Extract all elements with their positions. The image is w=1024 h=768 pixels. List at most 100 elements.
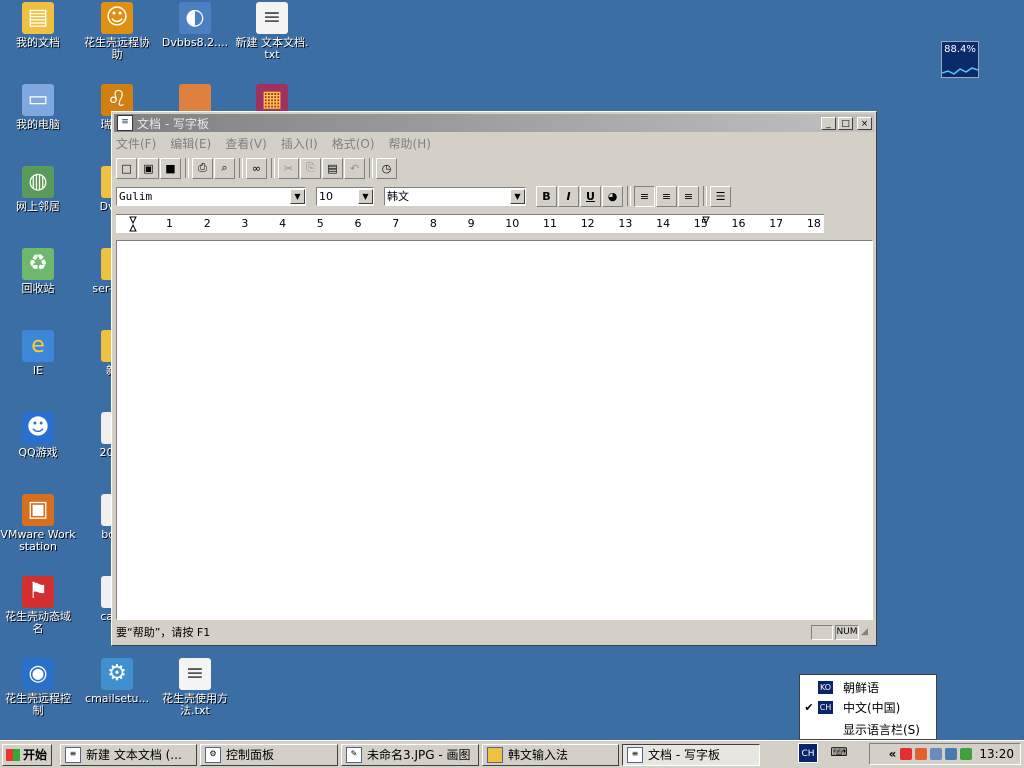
network-tray-icon[interactable] bbox=[930, 748, 943, 760]
align-left-icon: ≡ bbox=[639, 189, 650, 203]
insert-datetime-button[interactable]: ◷ bbox=[376, 157, 397, 179]
document-area[interactable] bbox=[116, 240, 873, 620]
windows-logo-icon bbox=[6, 748, 20, 761]
desktop-icon-network[interactable]: ◍ 网上邻居 bbox=[0, 166, 76, 213]
align-left-button[interactable]: ≡ bbox=[634, 185, 655, 207]
wordpad-window: ≡ 文档 - 写字板 _ □ × 文件(F) 编辑(E) 查看(V) 插入(I)… bbox=[111, 111, 877, 646]
binoculars-icon: ∞ bbox=[251, 161, 262, 175]
desktop-icon-dvbbs-archive[interactable]: ◐ Dvbbs8.2.... bbox=[157, 2, 233, 49]
toolbar-separator bbox=[369, 158, 373, 178]
desktop-icon-remote-assist[interactable]: ☺ 花生壳远程协助 bbox=[79, 2, 155, 61]
tray-expand-button[interactable]: « bbox=[889, 747, 897, 761]
desktop-icon-cmailsetup[interactable]: ⚙ cmailsetu... bbox=[79, 658, 155, 705]
font-select[interactable]: Gulim ▼ bbox=[116, 186, 306, 206]
print-button[interactable]: ⎙ bbox=[192, 157, 213, 179]
keyboard-icon[interactable]: ⌨ bbox=[828, 745, 850, 761]
chevron-down-icon[interactable]: ▼ bbox=[358, 188, 373, 204]
cpu-meter[interactable]: 88.4% bbox=[941, 41, 979, 78]
ruler-number: 13 bbox=[618, 217, 633, 230]
antivirus-tray-icon[interactable] bbox=[960, 748, 973, 760]
chevron-down-icon[interactable]: ▼ bbox=[510, 188, 525, 204]
language-label: 显示语言栏(S) bbox=[843, 722, 920, 737]
desktop-icon-oray-remote[interactable]: ◉ 花生壳远程控制 bbox=[0, 658, 76, 717]
status-cell-empty bbox=[811, 624, 833, 640]
desktop-icon-my-computer[interactable]: ▭ 我的电脑 bbox=[0, 84, 76, 131]
bold-button[interactable]: B bbox=[536, 185, 557, 207]
task-wordpad[interactable]: ≡ 文档 - 写字板 bbox=[622, 743, 760, 766]
ruler-number: 3 bbox=[241, 217, 249, 230]
language-indicator[interactable]: CH bbox=[798, 743, 818, 763]
bullets-button[interactable]: ☰ bbox=[710, 185, 731, 207]
underline-button[interactable]: U bbox=[580, 185, 601, 207]
ruler-number: 12 bbox=[580, 217, 595, 230]
save-button[interactable]: ■ bbox=[160, 157, 181, 179]
size-grip-icon[interactable]: ◢ bbox=[861, 627, 873, 637]
task-new-text-doc[interactable]: ≡ 新建 文本文档 (... bbox=[60, 743, 197, 766]
toolbar-separator bbox=[271, 158, 275, 178]
task-paint[interactable]: ✎ 未命名3.JPG - 画图 bbox=[341, 743, 479, 766]
language-code: CH bbox=[818, 700, 833, 714]
copy-button[interactable]: ⎘ bbox=[300, 157, 321, 179]
language-item-korean[interactable]: KO 朝鲜语 bbox=[800, 677, 936, 697]
menu-view[interactable]: 查看(V) bbox=[225, 135, 267, 152]
italic-button[interactable]: I bbox=[558, 185, 579, 207]
desktop-icon-recycle-bin[interactable]: ♻ 回收站 bbox=[0, 248, 76, 295]
desktop-icon-qq-game[interactable]: ☻ QQ游戏 bbox=[0, 412, 76, 459]
clock[interactable]: 13:20 bbox=[979, 747, 1014, 761]
language-item-chinese[interactable]: ✔ CH 中文(中国) bbox=[800, 697, 936, 717]
qq-tray-icon[interactable] bbox=[915, 748, 928, 760]
menu-format[interactable]: 格式(O) bbox=[332, 135, 375, 152]
find-button[interactable]: ∞ bbox=[246, 157, 267, 179]
start-button[interactable]: 开始 bbox=[2, 743, 52, 766]
cut-button[interactable]: ✂ bbox=[278, 157, 299, 179]
check-icon: ✔ bbox=[804, 700, 814, 714]
chevron-down-icon[interactable]: ▼ bbox=[290, 188, 305, 204]
status-num: NUM bbox=[835, 624, 859, 640]
ruler[interactable]: 1 2 3 4 5 6 7 8 9 10 11 12 13 14 15 16 17 18 bbox=[116, 214, 824, 233]
menu-insert[interactable]: 插入(I) bbox=[281, 135, 318, 152]
desktop-icon-oray-manual[interactable]: ≡ 花生壳使用方法.txt bbox=[157, 658, 233, 717]
folder-icon bbox=[487, 746, 503, 763]
status-message: 要“帮助”，请按 F1 bbox=[116, 626, 211, 639]
volume-tray-icon[interactable] bbox=[945, 748, 958, 760]
show-language-bar-item[interactable]: 显示语言栏(S) bbox=[800, 719, 936, 739]
desktop-icon-my-documents[interactable]: ▤ 我的文档 bbox=[0, 2, 76, 49]
toolbar-separator bbox=[627, 186, 631, 206]
network-icon: ◍ bbox=[22, 166, 54, 198]
align-center-button[interactable]: ≡ bbox=[656, 185, 677, 207]
paint-icon: ✎ bbox=[346, 746, 362, 763]
menu-edit[interactable]: 编辑(E) bbox=[170, 135, 211, 152]
print-preview-button[interactable]: ⌕ bbox=[214, 157, 235, 179]
text-file-icon: ≡ bbox=[179, 658, 211, 690]
ruler-number: 18 bbox=[806, 217, 821, 230]
installer-icon: ⚙ bbox=[101, 658, 133, 690]
open-folder-icon: ▣ bbox=[143, 161, 154, 175]
new-button[interactable]: □ bbox=[116, 157, 137, 179]
save-disk-icon: ■ bbox=[165, 161, 176, 175]
color-button[interactable]: ◕ bbox=[602, 185, 623, 207]
language-code: KO bbox=[818, 680, 833, 694]
window-titlebar[interactable]: ≡ 文档 - 写字板 _ □ × bbox=[114, 114, 874, 132]
desktop-icon-oray-ddns[interactable]: ⚑ 花生壳动态域名 bbox=[0, 576, 76, 635]
task-control-panel[interactable]: ⚙ 控制面板 bbox=[200, 743, 338, 766]
open-button[interactable]: ▣ bbox=[138, 157, 159, 179]
desktop-icon-new-text-doc[interactable]: ≡ 新建 文本文档.txt bbox=[234, 2, 310, 61]
align-right-button[interactable]: ≡ bbox=[678, 185, 699, 207]
maximize-button[interactable]: □ bbox=[838, 116, 853, 130]
font-size-select[interactable]: 10 ▼ bbox=[316, 186, 374, 206]
close-button[interactable]: × bbox=[857, 116, 872, 130]
ruler-number: 14 bbox=[656, 217, 671, 230]
minimize-button[interactable]: _ bbox=[821, 116, 836, 130]
print-preview-icon: ⌕ bbox=[221, 161, 228, 174]
desktop-icon-vmware[interactable]: ▣ VMware Workstation bbox=[0, 494, 76, 553]
menu-help[interactable]: 帮助(H) bbox=[389, 135, 431, 152]
paste-button[interactable]: ▤ bbox=[322, 157, 343, 179]
script-select[interactable]: 韩文 ▼ bbox=[384, 186, 526, 206]
menu-file[interactable]: 文件(F) bbox=[116, 135, 156, 152]
internet-explorer-icon: e bbox=[22, 330, 54, 362]
task-korean-ime[interactable]: 韩文输入法 bbox=[482, 743, 619, 766]
desktop-icon-ie[interactable]: e IE bbox=[0, 330, 76, 377]
underline-icon: U bbox=[586, 189, 595, 203]
qq-tray-icon[interactable] bbox=[900, 748, 913, 760]
undo-button[interactable]: ↶ bbox=[344, 157, 365, 179]
